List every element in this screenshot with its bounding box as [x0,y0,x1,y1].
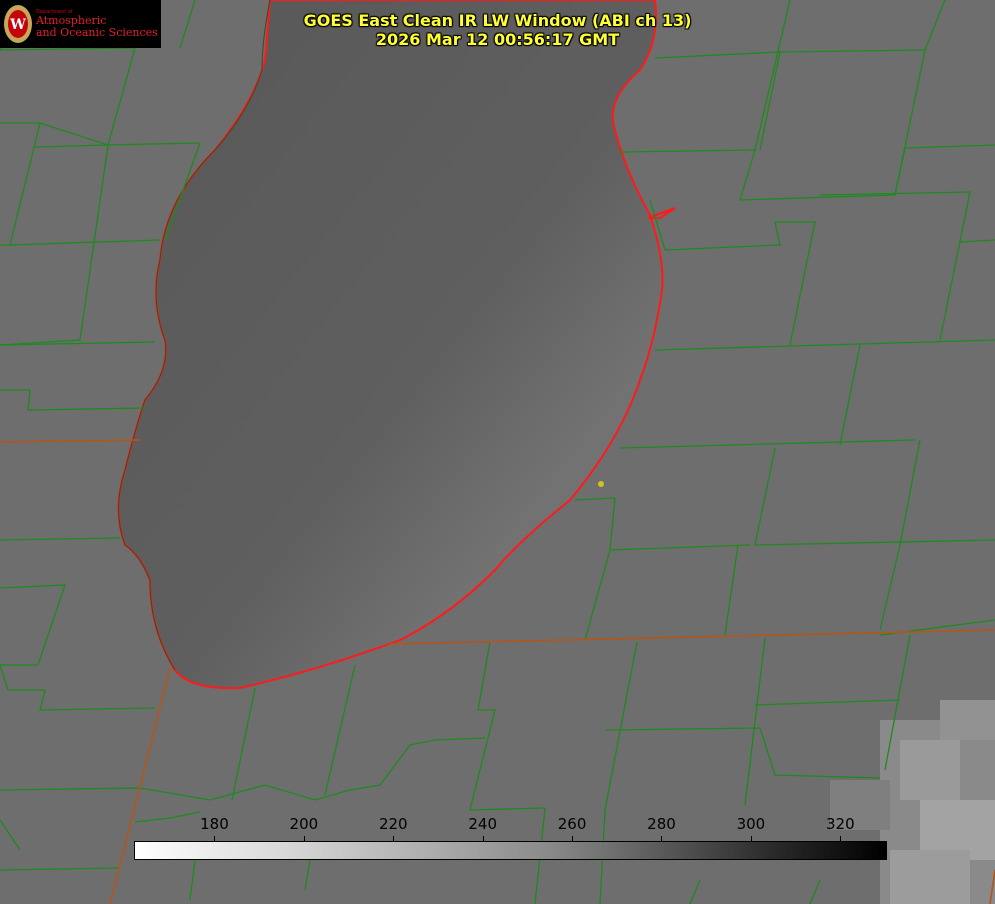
colorbar-tick-label: 280 [647,815,676,833]
logo-line-1: Atmospheric [36,14,107,28]
aos-logo: W Department of Atmospheric and Oceanic … [0,0,161,48]
title-line-2: 2026 Mar 12 00:56:17 GMT [375,30,620,49]
logo-line-2: and Oceanic Sciences [36,25,158,39]
satellite-map [0,0,995,904]
temperature-colorbar [134,841,887,860]
colorbar-tick-label: 260 [557,815,587,833]
colorbar-tick-label: 240 [468,815,497,833]
uw-seal-icon: W [3,4,33,44]
location-marker [598,481,604,487]
colorbar-tick-label: 320 [825,815,855,833]
title-line-1: GOES East Clean IR LW Window (ABI ch 13) [303,11,692,30]
colorbar-tick-label: 220 [378,815,408,833]
colorbar-tick-label: 180 [200,815,229,833]
colorbar-tick-label: 300 [736,815,766,833]
image-title: GOES East Clean IR LW Window (ABI ch 13)… [300,11,695,49]
colorbar-tick-labels: 180 200 220 240 260 280 300 320 [134,812,887,842]
colorbar-tick-label: 200 [289,815,319,833]
svg-text:W: W [9,17,26,33]
